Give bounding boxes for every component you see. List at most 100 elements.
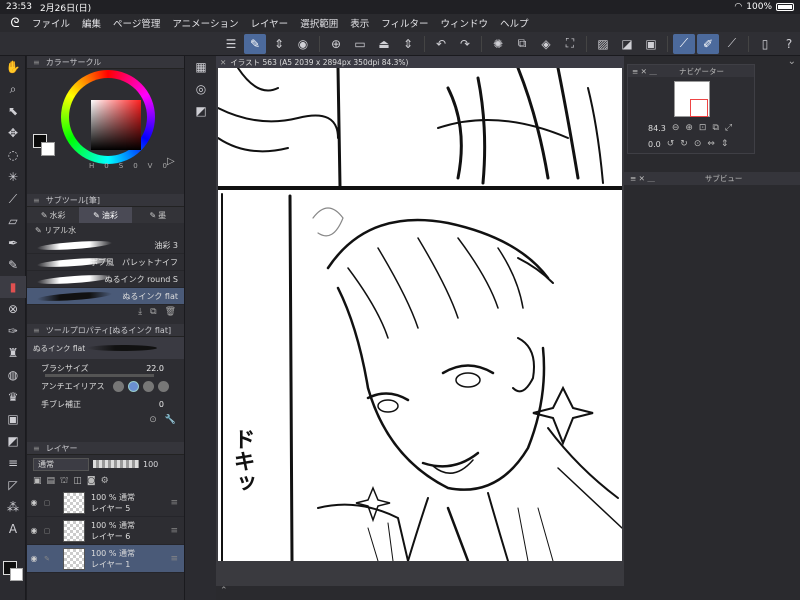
brush-size-value[interactable]: 22.0 [146, 364, 164, 373]
drag-handle-icon[interactable]: ≡ [170, 554, 178, 564]
trash-icon[interactable]: 🗑 [165, 307, 176, 317]
redo-icon[interactable]: ↷ [454, 34, 476, 54]
open-folder-icon[interactable]: ▭ [349, 34, 371, 54]
menu-help[interactable]: ヘルプ [494, 16, 535, 30]
balloon-icon[interactable]: ◸ [0, 474, 26, 496]
menu-window[interactable]: ウィンドウ [435, 16, 495, 30]
blend-mode-select[interactable]: 通常 [33, 457, 89, 471]
eraser-icon[interactable]: ▱ [0, 210, 26, 232]
zoom-in-icon[interactable]: ⊕ [685, 123, 693, 133]
navigator-view-frame[interactable] [690, 99, 708, 117]
reference-icon[interactable]: ▤ [47, 476, 56, 486]
eye-icon[interactable]: ◉ [27, 554, 41, 563]
flip-horizontal-icon[interactable]: ⇔ [707, 139, 715, 149]
smartphone-icon[interactable]: ▯ [754, 34, 776, 54]
flip-vertical-icon[interactable]: ⇕ [721, 139, 729, 149]
brush-item[interactable]: ボブ風 パレットナイフ [27, 254, 184, 271]
color-mode-icon[interactable]: ▷ [167, 156, 175, 167]
grip-icon[interactable]: ≡ [33, 196, 40, 205]
brush-item[interactable]: ぬるインク round S [27, 271, 184, 288]
actual-size-icon[interactable]: ⧉ [712, 123, 718, 133]
compass-panel-icon[interactable]: ◎ [185, 78, 217, 100]
menu-view[interactable]: 表示 [344, 16, 375, 30]
decoration-icon[interactable]: ✑ [0, 320, 26, 342]
modify-tool-icon[interactable]: ✎ [244, 33, 266, 54]
eye-icon[interactable]: ◉ [27, 526, 41, 535]
grip-icon[interactable]: ≡ [33, 444, 40, 453]
subtool-group[interactable]: ✎ リアル水 [27, 223, 184, 237]
rotate-value[interactable]: 0.0 [648, 140, 661, 149]
menu-file[interactable]: ファイル [26, 16, 76, 30]
cc-background-color[interactable] [41, 142, 55, 156]
main-color-swatch[interactable] [3, 561, 23, 581]
save-icon[interactable]: ⏏ [373, 34, 395, 54]
drag-handle-icon[interactable]: ≡ [170, 526, 178, 536]
drawing-canvas[interactable]: ドキッ [218, 68, 622, 561]
hue-ring[interactable] [61, 70, 155, 164]
expand-up-icon[interactable]: ⌃ [220, 586, 228, 596]
chevron-down-icon[interactable]: ⌄ [788, 56, 796, 67]
antialias-strong[interactable] [157, 380, 169, 392]
antialias-none[interactable] [112, 380, 124, 392]
pen-snap-icon[interactable]: ⟋ [673, 33, 695, 54]
mask-icon[interactable]: ◫ [73, 476, 82, 486]
record-icon[interactable]: ◉ [292, 34, 314, 54]
hamburger-icon[interactable]: ☰ [220, 34, 242, 54]
zoom-value[interactable]: 84.3 [648, 124, 666, 133]
tab-watercolor[interactable]: ✎ 水彩 [27, 207, 79, 223]
clip-icon[interactable]: ▣ [33, 476, 42, 486]
clear-selection-icon[interactable]: ▨ [592, 34, 614, 54]
transform-icon[interactable]: ⛶ [559, 34, 581, 54]
text-icon[interactable]: A [0, 518, 26, 540]
settings-icon[interactable]: ⊙ [149, 415, 157, 425]
help-icon[interactable]: ? [778, 34, 800, 54]
brush-item[interactable]: 油彩 3 [27, 237, 184, 254]
antialias-medium[interactable] [142, 380, 154, 392]
menu-animation[interactable]: アニメーション [166, 16, 244, 30]
settings-layer-icon[interactable]: ⚙ [101, 476, 109, 486]
blend-icon[interactable]: ♜ [0, 342, 26, 364]
grip-icon[interactable]: ≡ ✕ ＿ [630, 173, 655, 184]
zoom-out-icon[interactable]: ⊖ [672, 123, 680, 133]
pencil-icon[interactable]: ✎ [0, 254, 26, 276]
palette-icon[interactable]: ◙ [87, 476, 96, 486]
fit-window-icon[interactable]: ⤢ [725, 123, 732, 133]
airbrush-icon[interactable]: ⊗ [0, 298, 26, 320]
background-color[interactable] [10, 568, 23, 581]
stabilization-row[interactable]: 手ブレ補正 0 [27, 395, 184, 413]
duplicate-icon[interactable]: ⧉ [150, 307, 156, 317]
drag-handle-icon[interactable]: ≡ [170, 498, 178, 508]
brush-snap-icon[interactable]: ✐ [697, 33, 719, 54]
frame-icon[interactable]: ▣ [0, 408, 26, 430]
up-down-icon[interactable]: ⇕ [268, 34, 290, 54]
rotate-left-icon[interactable]: ↺ [667, 139, 675, 149]
layer-row-selected[interactable]: ◉ ✎ 100 % 通常 レイヤー 1 ≡ [27, 545, 184, 573]
brush-item-selected[interactable]: ぬるインク flat [27, 288, 184, 305]
operation-icon[interactable]: ⬉ [0, 100, 26, 122]
tab-oil[interactable]: ✎ 油彩 [79, 207, 132, 223]
saturation-value-square[interactable] [91, 100, 141, 150]
correct-line-icon[interactable]: ⁂ [0, 496, 26, 518]
copy-layer-icon[interactable]: ⧉ [511, 34, 533, 54]
canvas-tab[interactable]: ✕ イラスト 563 (A5 2039 x 2894px 350dpi 84.3… [216, 56, 624, 68]
invert-icon[interactable]: ◪ [616, 34, 638, 54]
up-down-icon-2[interactable]: ⇕ [397, 34, 419, 54]
figure-icon[interactable]: ◩ [0, 430, 26, 452]
rotate-right-icon[interactable]: ↻ [680, 139, 688, 149]
undo-icon[interactable]: ↶ [430, 34, 452, 54]
menu-page[interactable]: ページ管理 [107, 16, 166, 30]
grip-icon[interactable]: ≡ ✕ ＿ [632, 66, 657, 77]
menu-selection[interactable]: 選択範囲 [294, 16, 344, 30]
fill-bucket-icon[interactable]: ◍ [0, 364, 26, 386]
reset-rotate-icon[interactable]: ⊙ [694, 139, 702, 149]
ruler-tool-icon[interactable]: ≡ [0, 452, 26, 474]
new-file-icon[interactable]: ⊕ [325, 34, 347, 54]
lasso-icon[interactable]: ◌ [0, 144, 26, 166]
crop-icon[interactable]: ▣ [640, 34, 662, 54]
zoom-icon[interactable]: ⌕ [0, 78, 26, 100]
fill-icon[interactable]: ◈ [535, 34, 557, 54]
grip-icon[interactable]: ≡ [33, 326, 40, 335]
layer-row[interactable]: ◉ ▢ 100 % 通常 レイヤー 6 ≡ [27, 517, 184, 545]
brush-icon[interactable]: ▮ [0, 276, 26, 298]
grid-panel-icon[interactable]: ▦ [185, 56, 217, 78]
